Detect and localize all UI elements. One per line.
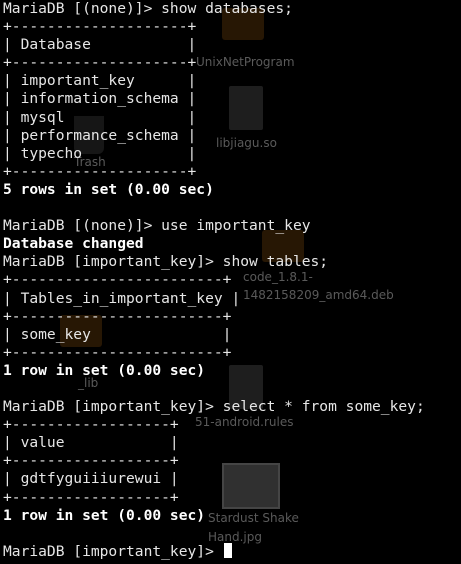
terminal-line: | mysql |: [3, 108, 197, 126]
terminal-line: | some_key |: [3, 325, 232, 343]
terminal-line: +------------------------+: [3, 307, 232, 325]
terminal-line: +------------------+: [3, 488, 179, 506]
terminal-line: | Database |: [3, 36, 197, 54]
terminal-line: | gdtfyguiiiurewui |: [3, 470, 179, 488]
terminal-line: MariaDB [(none)]> use important_key: [3, 217, 311, 235]
terminal-line: MariaDB [important_key]> show tables;: [3, 253, 329, 271]
terminal-line: +------------------------+: [3, 271, 232, 289]
terminal-window[interactable]: UnixNetProgram libjiagu.so Trash code_1.…: [0, 0, 461, 564]
terminal-line: +--------------------+: [3, 162, 197, 180]
terminal-prompt-line[interactable]: MariaDB [important_key]>: [3, 542, 425, 561]
terminal-line: 1 row in set (0.00 sec): [3, 506, 206, 524]
terminal-line: | typecho |: [3, 144, 197, 162]
terminal-line: +------------------+: [3, 416, 179, 434]
terminal-prompt: MariaDB [important_key]>: [3, 542, 223, 560]
terminal-line: +--------------------+: [3, 18, 197, 36]
terminal-line: Database changed: [3, 235, 144, 253]
terminal-line: | important_key |: [3, 72, 197, 90]
terminal-output: MariaDB [(none)]> show databases; +-----…: [3, 0, 425, 561]
terminal-line: | information_schema |: [3, 90, 197, 108]
terminal-line: | Tables_in_important_key |: [3, 289, 241, 307]
terminal-line: +--------------------+: [3, 54, 197, 72]
terminal-line: | value |: [3, 434, 179, 452]
terminal-line: +------------------+: [3, 452, 179, 470]
text-cursor: [223, 542, 232, 558]
terminal-line: 5 rows in set (0.00 sec): [3, 180, 214, 198]
terminal-line: 1 row in set (0.00 sec): [3, 361, 206, 379]
terminal-line: MariaDB [important_key]> select * from s…: [3, 398, 425, 416]
terminal-line: +------------------------+: [3, 343, 232, 361]
terminal-line: MariaDB [(none)]> show databases;: [3, 0, 293, 17]
terminal-line: | performance_schema |: [3, 126, 197, 144]
